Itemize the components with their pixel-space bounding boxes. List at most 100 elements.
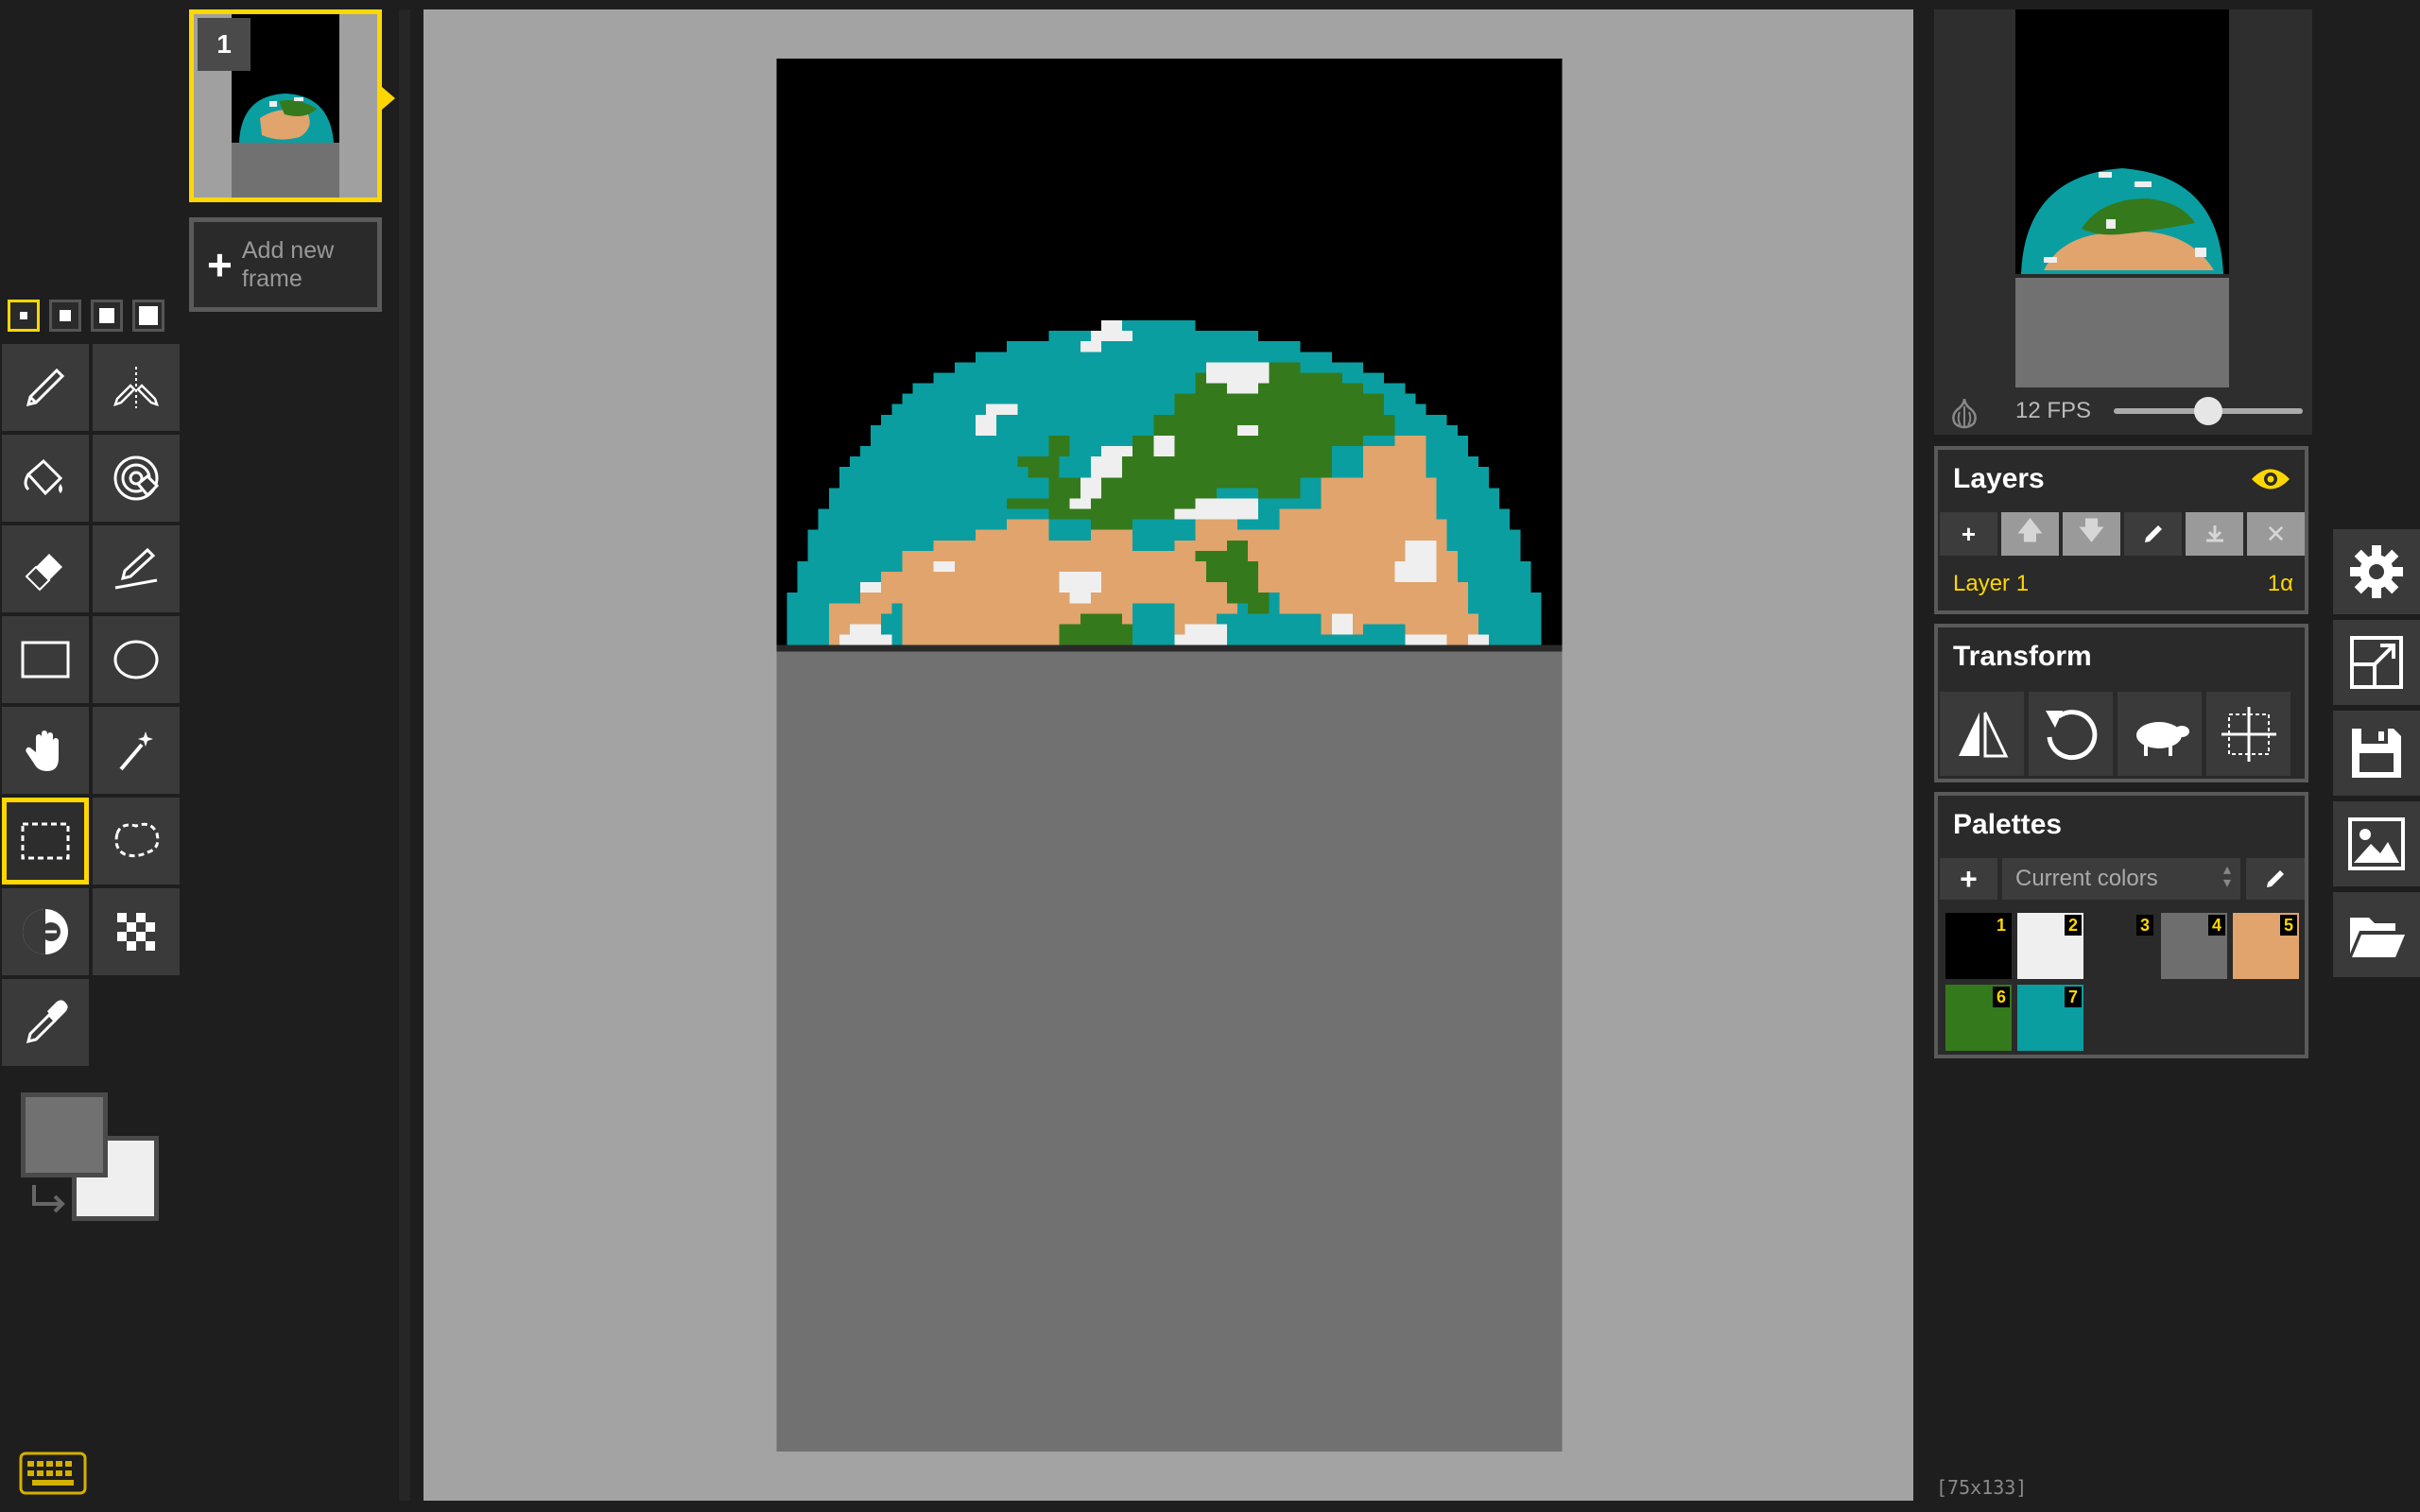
- flip-button[interactable]: [1940, 692, 2024, 776]
- export-button[interactable]: [2333, 801, 2420, 886]
- rotate-button[interactable]: [2029, 692, 2113, 776]
- rectangle-icon: [21, 641, 70, 679]
- color-picker-tool[interactable]: [2, 979, 89, 1066]
- close-icon: ✕: [2265, 519, 2287, 548]
- palette-swatch-number: 6: [1992, 987, 2010, 1007]
- rectangle-selection-tool[interactable]: [2, 798, 89, 885]
- rotate-icon: [2045, 709, 2097, 760]
- paint-bucket-tool[interactable]: [2, 435, 89, 522]
- eraser-icon: [25, 554, 62, 592]
- pen-size-3-button[interactable]: [91, 300, 123, 332]
- folder-open-icon: [2350, 918, 2405, 957]
- settings-button[interactable]: [2333, 529, 2420, 614]
- merge-layer-button[interactable]: [2186, 512, 2243, 556]
- eye-icon[interactable]: [2250, 465, 2291, 493]
- move-layer-down-button[interactable]: 🡇: [2063, 512, 2120, 556]
- paint-all-same-color-tool[interactable]: [93, 435, 180, 522]
- import-button[interactable]: [2333, 892, 2420, 977]
- image-icon: [2348, 817, 2405, 870]
- mirror-pen-icon: [113, 367, 159, 408]
- primary-color[interactable]: [21, 1092, 108, 1177]
- swap-colors-icon[interactable]: [26, 1181, 68, 1219]
- arrow-up-icon: 🡅: [2017, 516, 2043, 544]
- palette-swatch-2[interactable]: 2: [2017, 913, 2083, 979]
- arrow-down-icon: 🡇: [2079, 516, 2104, 544]
- palette-swatch-number: 5: [2279, 915, 2297, 936]
- move-layer-up-button[interactable]: 🡅: [2001, 512, 2059, 556]
- palette-swatch-1[interactable]: 1: [1945, 913, 2012, 979]
- palette-swatch-number: 1: [1992, 915, 2010, 936]
- pencil-icon: [2144, 525, 2162, 542]
- delete-layer-button[interactable]: ✕: [2247, 512, 2305, 556]
- fps-row: 12 FPS: [1934, 387, 2312, 435]
- transform-title: Transform: [1953, 641, 2092, 672]
- fps-slider-handle[interactable]: [2194, 397, 2222, 425]
- add-layer-button[interactable]: +: [1940, 512, 1997, 556]
- keyboard-shortcuts-icon[interactable]: [19, 1452, 87, 1495]
- transform-buttons: [1940, 692, 2290, 776]
- edit-palette-button[interactable]: [2246, 858, 2305, 900]
- sheep-icon: [2135, 721, 2189, 756]
- palette-swatch-number: 2: [2064, 915, 2082, 936]
- move-tool[interactable]: [2, 707, 89, 794]
- palette-swatch-7[interactable]: 7: [2017, 985, 2083, 1051]
- dashed-rectangle-icon: [21, 822, 70, 860]
- pencil-icon: [2267, 870, 2284, 887]
- save-button[interactable]: [2333, 711, 2420, 796]
- pen-size-selector: [8, 300, 164, 332]
- lasso-selection-tool[interactable]: [93, 798, 180, 885]
- onion-skin-icon[interactable]: [1947, 395, 1981, 429]
- pen-size-2-button[interactable]: [49, 300, 81, 332]
- select-arrows-icon: ▴ ▾: [2222, 862, 2231, 891]
- resize-button[interactable]: [2333, 620, 2420, 705]
- palettes-panel: Palettes + Current colors ▴ ▾ 1 2 3 4 5 6 7: [1934, 792, 2308, 1058]
- tool-grid: [2, 344, 180, 1066]
- stroke-tool[interactable]: [93, 525, 180, 612]
- layer-name: Layer 1: [1953, 571, 2030, 596]
- circle-tool[interactable]: [93, 616, 180, 703]
- plus-icon: +: [1960, 861, 1978, 896]
- floppy-disk-icon: [2352, 729, 2401, 778]
- frame-thumbnail[interactable]: 1: [189, 9, 382, 202]
- eyedropper-icon: [26, 1000, 68, 1044]
- pen-size-4-button[interactable]: [132, 300, 164, 332]
- center-align-icon: [2221, 706, 2276, 762]
- palette-select[interactable]: Current colors ▴ ▾: [2002, 858, 2240, 900]
- palette-swatch-5[interactable]: 5: [2233, 913, 2299, 979]
- target-bucket-icon: [113, 455, 160, 501]
- palette-swatch-4[interactable]: 4: [2161, 913, 2227, 979]
- eraser-tool[interactable]: [2, 525, 89, 612]
- palette-select-value: Current colors: [2015, 866, 2158, 891]
- stroke-pen-icon: [114, 547, 158, 590]
- rectangle-tool[interactable]: [2, 616, 89, 703]
- plus-icon: +: [1961, 519, 1977, 548]
- fps-label: 12 FPS: [2015, 398, 2092, 423]
- vertical-mirror-pen-tool[interactable]: [93, 344, 180, 431]
- panel-separator[interactable]: [399, 9, 410, 1501]
- layer-buttons: + 🡅 🡇 ✕: [1940, 512, 2305, 556]
- palettes-title: Palettes: [1953, 809, 2063, 840]
- add-new-frame-button[interactable]: + Add new frame: [189, 217, 382, 312]
- palette-swatch-3[interactable]: 3: [2089, 913, 2155, 979]
- pen-size-1-button[interactable]: [8, 300, 40, 332]
- side-menu: [2333, 529, 2420, 977]
- clone-button[interactable]: [2118, 692, 2202, 776]
- palette-swatch-6[interactable]: 6: [1945, 985, 2012, 1051]
- checker-icon: [117, 913, 155, 951]
- lasso-icon: [114, 822, 160, 858]
- add-palette-button[interactable]: +: [1940, 858, 1997, 900]
- palette-swatch-number: 7: [2064, 987, 2082, 1007]
- resize-icon: [2350, 636, 2403, 689]
- lighten-tool[interactable]: [2, 888, 89, 975]
- pen-tool[interactable]: [2, 344, 89, 431]
- circle-icon: [113, 640, 159, 679]
- layer-item[interactable]: Layer 1 1α: [1953, 571, 2293, 597]
- edit-layer-button[interactable]: [2124, 512, 2182, 556]
- drawing-canvas[interactable]: [775, 59, 1564, 1452]
- flip-icon: [1958, 711, 2008, 757]
- dithering-tool[interactable]: [93, 888, 180, 975]
- plus-icon: +: [207, 240, 233, 289]
- align-button[interactable]: [2206, 692, 2290, 776]
- shape-selection-tool[interactable]: [93, 707, 180, 794]
- animation-preview: 12 FPS: [1934, 9, 2312, 435]
